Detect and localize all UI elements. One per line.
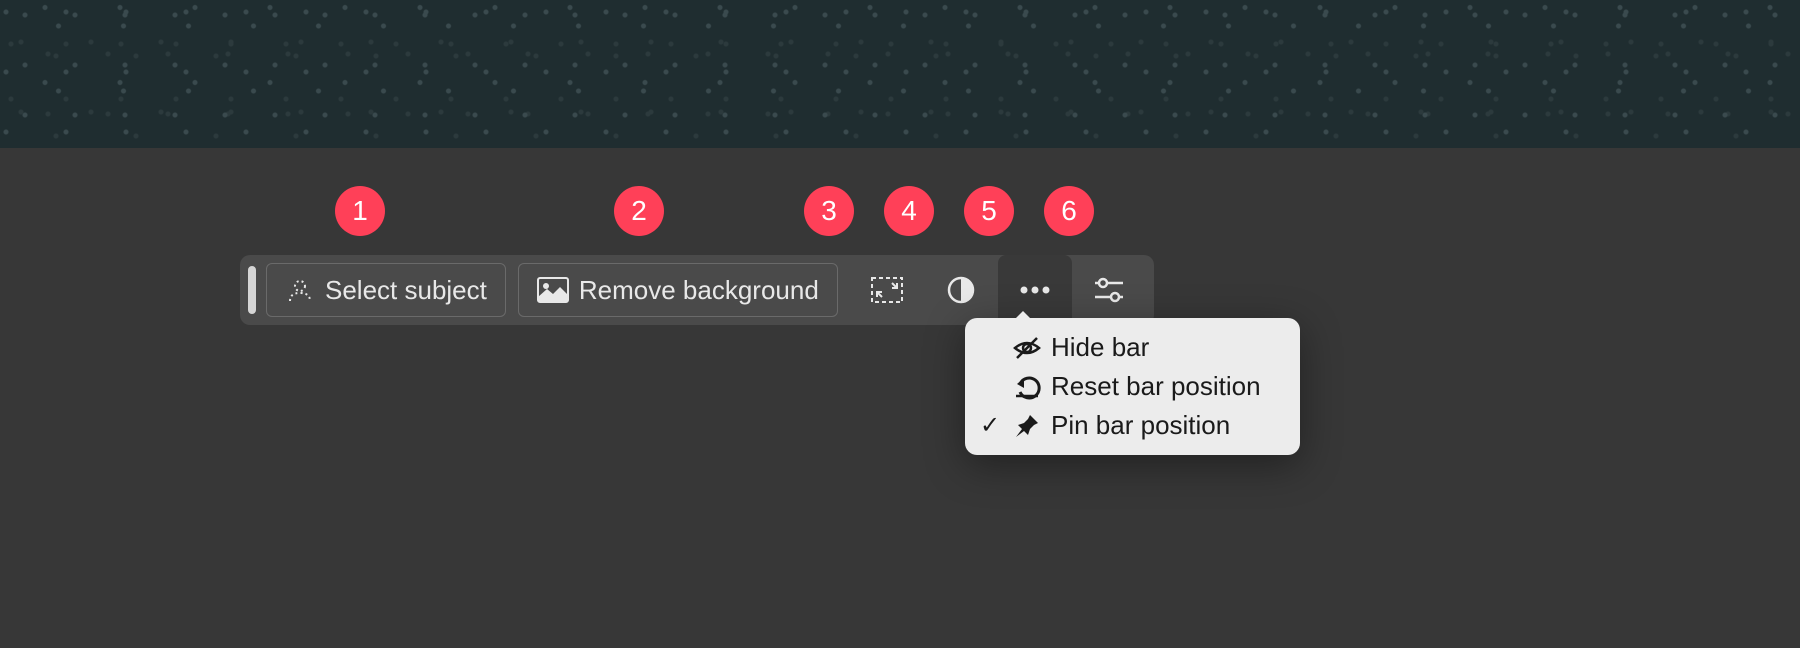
sliders-icon	[1093, 277, 1125, 303]
hide-icon	[1011, 336, 1043, 360]
pin-bar-position-label: Pin bar position	[1051, 410, 1230, 441]
drag-handle[interactable]	[248, 266, 256, 314]
hide-bar-item[interactable]: Hide bar	[965, 328, 1300, 367]
remove-background-label: Remove background	[579, 275, 819, 306]
adjustments-button[interactable]	[924, 255, 998, 325]
pin-bar-position-item[interactable]: ✓ Pin bar position	[965, 406, 1300, 445]
check-icon: ✓	[977, 411, 1003, 440]
transform-selection-icon	[870, 276, 904, 304]
remove-background-button[interactable]: Remove background	[518, 263, 838, 317]
hide-bar-label: Hide bar	[1051, 332, 1149, 363]
half-circle-icon	[946, 275, 976, 305]
image-icon	[537, 277, 569, 303]
select-subject-button[interactable]: Select subject	[266, 263, 506, 317]
annotation-badge-2: 2	[614, 186, 664, 236]
properties-button[interactable]	[1072, 255, 1146, 325]
reset-bar-position-item[interactable]: Reset bar position	[965, 367, 1300, 406]
bar-options-dropdown: Hide bar Reset bar position ✓ Pin bar po…	[965, 318, 1300, 455]
annotation-badge-5: 5	[964, 186, 1014, 236]
annotation-badge-4: 4	[884, 186, 934, 236]
undo-icon	[1011, 374, 1043, 400]
annotation-badge-6: 6	[1044, 186, 1094, 236]
annotation-badge-3: 3	[804, 186, 854, 236]
more-options-button[interactable]	[998, 255, 1072, 325]
pin-icon	[1011, 413, 1043, 439]
transform-button[interactable]	[850, 255, 924, 325]
select-subject-label: Select subject	[325, 275, 487, 306]
canvas-image	[0, 0, 1800, 148]
annotation-badge-1: 1	[335, 186, 385, 236]
reset-bar-position-label: Reset bar position	[1051, 371, 1261, 402]
ellipsis-icon	[1019, 285, 1051, 295]
person-dotted-icon	[285, 275, 315, 305]
